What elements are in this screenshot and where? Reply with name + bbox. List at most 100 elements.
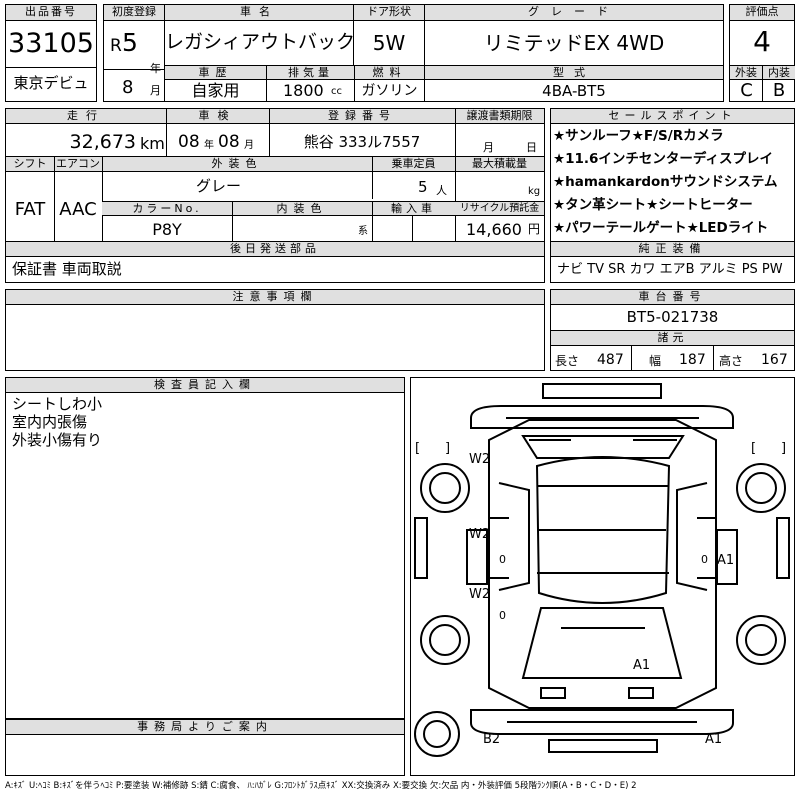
details-block: 走行 車検 登録番号 譲渡書類期限 32,673 km 08 年 08 月 熊谷… — [5, 108, 545, 242]
chassis-number: BT5-021738 — [626, 308, 719, 326]
model-label: 型式 — [425, 66, 723, 80]
damage-mark: W2 — [469, 452, 491, 467]
inspector-line-2: 室内内張傷 — [12, 413, 88, 431]
reg-label: 登録番号 — [269, 109, 455, 124]
inspector-line-3: 外装小傷有り — [12, 431, 103, 449]
later-parts: 後日発送部品 保証書 車両取説 — [5, 241, 545, 283]
zero-mark: 0 — [499, 553, 506, 566]
legend: A:ｷｽﾞ U:ﾍｺﾐ B:ｷｽﾞを伴うﾍｺﾐ P:要塗装 W:補修跡 S:錆 … — [5, 781, 637, 791]
damage-mark: B2 — [483, 732, 501, 747]
displacement-label: 排気量 — [267, 66, 354, 80]
height-label: 高さ — [719, 354, 744, 368]
inspection-month-unit: 月 — [244, 140, 254, 151]
fuel-cell: 燃料 ガソリン — [354, 65, 425, 102]
shift-label: シフト — [6, 157, 54, 172]
aircon-label: エアコン — [54, 157, 102, 172]
aircon: AAC — [59, 199, 97, 220]
month-unit: 月 — [150, 84, 161, 97]
chassis-title: 車台番号 — [551, 290, 794, 305]
grade: リミテッドEX 4WD — [483, 31, 665, 55]
exterior-label: 外装 — [730, 66, 763, 80]
capacity: 5 — [418, 178, 428, 196]
shift: FAT — [14, 199, 46, 220]
deadline-day-unit: 日 — [526, 141, 537, 154]
damage-mark: A1 — [633, 658, 651, 673]
deadline-month-unit: 月 — [483, 141, 494, 154]
damage-mark: W2 — [469, 527, 491, 542]
height: 167 — [761, 352, 788, 368]
sales-point-5: ★パワーテールゲート★LEDライト — [553, 220, 769, 236]
sales-point-4: ★タン革シート★シートヒーター — [553, 197, 753, 213]
sales-title: セールスポイント — [551, 109, 794, 124]
inspector-title: 検査員記入欄 — [6, 378, 404, 393]
length: 487 — [597, 352, 624, 368]
inspection-month: 08 — [218, 132, 240, 152]
color: グレー — [196, 177, 242, 195]
capacity-label: 乗車定員 — [372, 157, 455, 172]
deadline-label: 譲渡書類期限 — [455, 109, 544, 124]
sales-point-1: ★サンルーフ★F/S/Rカメラ — [553, 128, 724, 144]
inspector-notes: 検査員記入欄 シートしわ小 室内内張傷 外装小傷有り — [5, 377, 405, 719]
sales-points: セールスポイント ★サンルーフ★F/S/Rカメラ ★11.6インチセンターディス… — [550, 108, 795, 242]
door: 5W — [372, 31, 406, 55]
colorno-label: カラーNo. — [102, 202, 232, 216]
venue: 東京デビュ — [13, 74, 89, 92]
mileage-label: 走行 — [6, 109, 166, 124]
car-name-label: 車名 — [165, 5, 353, 21]
mileage: 32,673 — [69, 131, 136, 153]
year: 5 — [122, 28, 138, 57]
lot-cell: 出品番号 33105 — [5, 4, 97, 68]
ext-int-cell: 外装 内装 C B — [729, 65, 795, 102]
zero-mark: 0 — [701, 553, 708, 566]
month: 8 — [122, 77, 134, 98]
sales-point-2: ★11.6インチセンターディスプレイ — [553, 151, 773, 167]
equipment: 純正装備 ナビ TV SR カワ エアB アルミ PS PW — [550, 241, 795, 283]
office-info: 事務局よりご案内 — [5, 719, 405, 776]
damage-mark: W2 — [469, 587, 491, 602]
inspector-line-1: シートしわ小 — [12, 395, 103, 413]
equipment-title: 純正装備 — [551, 242, 794, 257]
model-cell: 型式 4BA-BT5 — [424, 65, 724, 102]
bracket-mark: ] — [781, 441, 787, 456]
inspection-year: 08 — [178, 132, 200, 152]
history: 自家用 — [191, 81, 240, 100]
first-reg-label: 初度登録 — [104, 5, 164, 21]
mileage-unit: km — [140, 134, 165, 153]
history-cell: 車歴 自家用 — [164, 65, 267, 102]
venue-cell: 東京デビュ — [5, 67, 97, 102]
intcolor-label: 内装色 — [232, 202, 372, 216]
sales-point-3: ★hamankardonサウンドシステム — [553, 174, 778, 190]
displacement: 1800 — [283, 81, 324, 100]
colorno: P8Y — [152, 220, 182, 239]
inspection-label: 車検 — [166, 109, 269, 124]
width: 187 — [679, 352, 706, 368]
recycle: 14,660 — [466, 220, 522, 239]
dims-title: 諸元 — [551, 331, 794, 346]
fuel-label: 燃料 — [355, 66, 424, 80]
door-cell: ドア形状 5W — [353, 4, 425, 66]
car-outline-diagram — [414, 383, 790, 757]
equipment-items: ナビ TV SR カワ エアB アルミ PS PW — [557, 262, 783, 277]
exterior-grade: C — [740, 80, 753, 101]
car-name-cell: 車名 レガシィアウトバック — [164, 4, 356, 66]
intcolor-unit: 系 — [358, 226, 368, 237]
grade-label: グレード — [425, 5, 723, 21]
width-label: 幅 — [649, 354, 662, 368]
lot-number: 33105 — [8, 28, 94, 59]
car-name: レガシィアウトバック — [165, 31, 356, 53]
door-label: ドア形状 — [354, 5, 424, 21]
import-label: 輸入車 — [372, 202, 455, 216]
inspection-year-unit: 年 — [204, 140, 214, 151]
displacement-unit: cc — [331, 86, 342, 97]
notes: 注意事項欄 — [5, 289, 545, 371]
car-diagram: W2 W2 W2 A1 A1 B2 A1 0 0 0 [ ] [ ] — [410, 377, 795, 776]
color-label: 外装色 — [102, 157, 372, 172]
zero-mark: 0 — [499, 609, 506, 622]
notes-title: 注意事項欄 — [6, 290, 544, 305]
grade-cell: グレード リミテッドEX 4WD — [424, 4, 724, 66]
office-title: 事務局よりご案内 — [6, 720, 404, 735]
first-reg-cell: 初度登録 R 5 年 8 月 — [103, 4, 165, 102]
era: R — [110, 36, 122, 56]
recycle-label: リサイクル預託金 — [455, 202, 544, 216]
reg-number: 熊谷 333ル7557 — [303, 133, 421, 151]
